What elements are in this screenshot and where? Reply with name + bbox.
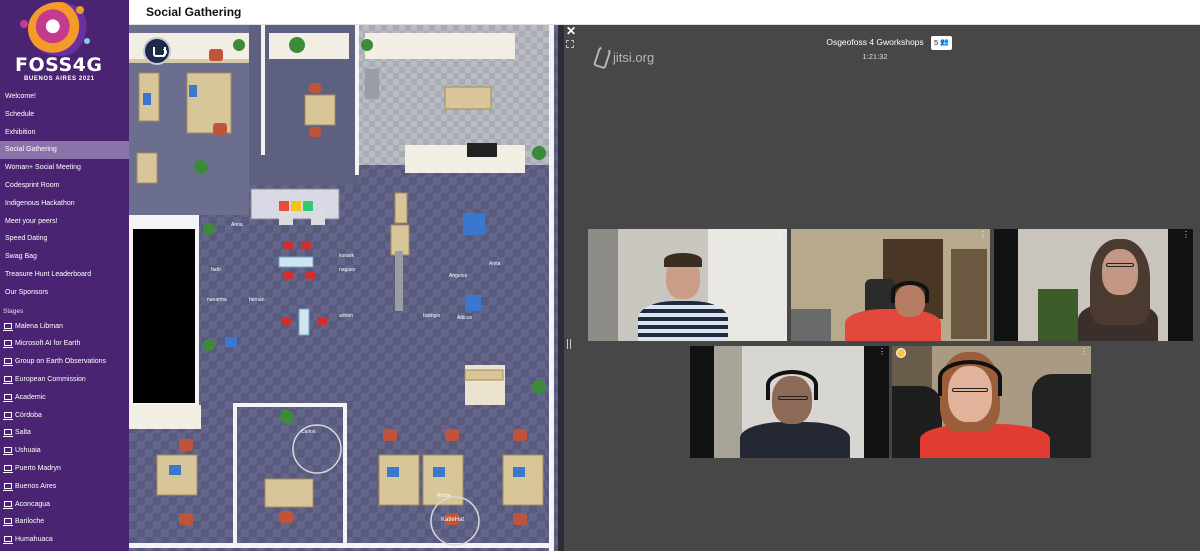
- stages-title: Stages: [3, 307, 24, 315]
- video-tile[interactable]: ⋮: [588, 229, 787, 341]
- close-icon[interactable]: ✕: [566, 25, 576, 37]
- player-name[interactable]: hernán: [249, 297, 265, 303]
- stage-item[interactable]: Buenos Aires: [0, 478, 129, 496]
- monitor-icon: [3, 411, 13, 420]
- nav-item-indigenous-hackathon[interactable]: Indigenous Hackathon: [0, 195, 129, 213]
- logo-subtitle: BUENOS AIRES 2021: [24, 76, 95, 82]
- video-tile[interactable]: ⋮: [994, 229, 1193, 341]
- stage-item[interactable]: Malena Libman: [0, 318, 129, 336]
- fullscreen-icon[interactable]: [566, 40, 574, 48]
- tile-menu-icon[interactable]: ⋮: [878, 348, 886, 356]
- meeting-timer: 1:21:32: [862, 52, 888, 61]
- monitor-icon: [3, 536, 13, 545]
- stage-item[interactable]: Salta: [0, 424, 129, 442]
- nav-item-treasure-hunt[interactable]: Treasure Hunt Leaderboard: [0, 266, 129, 284]
- nav-item-exhibition[interactable]: Exhibition: [0, 124, 129, 142]
- game-map[interactable]: Anna fadri nanarma hernán konark naguez …: [129, 25, 558, 551]
- monitor-icon: [3, 322, 13, 331]
- stage-list: Malena Libman Microsoft AI for Earth Gro…: [0, 318, 129, 549]
- coffee-icon[interactable]: [143, 37, 171, 65]
- nav-item-speed-dating[interactable]: Speed Dating: [0, 230, 129, 248]
- video-tile[interactable]: ⋮: [791, 229, 990, 341]
- nav-item-sponsors[interactable]: Our Sponsors: [0, 284, 129, 302]
- participants-count: 5: [934, 38, 939, 47]
- sidebar: FOSS4G BUENOS AIRES 2021 Welcome! Schedu…: [0, 0, 129, 551]
- player-name[interactable]: Anita: [489, 261, 500, 267]
- nav-item-meet-your-peers[interactable]: Meet your peers!: [0, 213, 129, 231]
- jitsi-logo: jitsi.org: [592, 44, 655, 70]
- tile-menu-icon[interactable]: ⋮: [1080, 348, 1088, 356]
- page-title: Social Gathering: [146, 5, 242, 19]
- player-name[interactable]: Anna: [231, 222, 243, 228]
- stage-item[interactable]: Academic: [0, 389, 129, 407]
- meeting-title: Osgeofoss 4 Gworkshops: [826, 37, 924, 47]
- stage-item[interactable]: Ushuaia: [0, 442, 129, 460]
- monitor-icon: [3, 464, 13, 473]
- stage-item[interactable]: Group on Earth Observations: [0, 353, 129, 371]
- stage-item[interactable]: Humahuaca: [0, 531, 129, 549]
- stage-item[interactable]: Microsoft AI for Earth: [0, 335, 129, 353]
- monitor-icon: [3, 375, 13, 384]
- player-name[interactable]: Carlos: [301, 429, 315, 435]
- player-name[interactable]: Atticus: [457, 315, 472, 321]
- player-name[interactable]: nanarma: [207, 297, 227, 303]
- monitor-icon: [3, 518, 13, 527]
- stage-item[interactable]: Bariloche: [0, 513, 129, 531]
- nav-item-schedule[interactable]: Schedule: [0, 106, 129, 124]
- player-name[interactable]: buktiglo: [423, 313, 440, 319]
- monitor-icon: [3, 340, 13, 349]
- monitor-icon: [3, 500, 13, 509]
- stage-item[interactable]: Puerto Madryn: [0, 460, 129, 478]
- stage-item[interactable]: Aconcagua: [0, 496, 129, 514]
- nav-item-welcome[interactable]: Welcome!: [0, 88, 129, 106]
- jitsi-brand: jitsi.org: [613, 49, 655, 65]
- player-name[interactable]: KatieHat: [441, 517, 464, 523]
- dominant-speaker-icon: [896, 348, 906, 358]
- player-name[interactable]: Angelos: [449, 273, 467, 279]
- player-name[interactable]: fadri: [211, 267, 221, 273]
- monitor-icon: [3, 358, 13, 367]
- nav-item-swag-bag[interactable]: Swag Bag: [0, 248, 129, 266]
- jitsi-logo-icon: [592, 44, 613, 70]
- monitor-icon: [3, 482, 13, 491]
- video-tile[interactable]: ⋮: [892, 346, 1091, 458]
- participants-icon: 👥: [940, 39, 949, 46]
- room-header: Social Gathering: [129, 0, 1200, 25]
- player-name[interactable]: konark: [339, 253, 354, 259]
- nav-item-social-gathering[interactable]: Social Gathering: [0, 141, 129, 160]
- logo-text: FOSS4G: [15, 54, 103, 76]
- tile-menu-icon[interactable]: ⋮: [1182, 231, 1190, 239]
- nav-item-woman-social-meeting[interactable]: Woman+ Social Meeting: [0, 159, 129, 177]
- tile-menu-icon[interactable]: ⋮: [776, 231, 784, 239]
- stage-item[interactable]: Córdoba: [0, 407, 129, 425]
- participants-button[interactable]: 5 👥: [931, 36, 952, 50]
- monitor-icon: [3, 429, 13, 438]
- event-logo[interactable]: FOSS4G BUENOS AIRES 2021: [0, 0, 129, 88]
- player-name[interactable]: Rickie: [437, 493, 451, 499]
- stage-item[interactable]: European Commission: [0, 371, 129, 389]
- nav-list: Welcome! Schedule Exhibition Social Gath…: [0, 88, 129, 302]
- monitor-icon: [3, 447, 13, 456]
- resize-handle[interactable]: [566, 339, 572, 349]
- monitor-icon: [3, 393, 13, 402]
- video-tile[interactable]: ⋮: [690, 346, 889, 458]
- player-name[interactable]: naguez: [339, 267, 355, 273]
- player-name[interactable]: adrien: [339, 313, 353, 319]
- tile-menu-icon[interactable]: ⋮: [979, 231, 987, 239]
- nav-item-codesprint-room[interactable]: Codesprint Room: [0, 177, 129, 195]
